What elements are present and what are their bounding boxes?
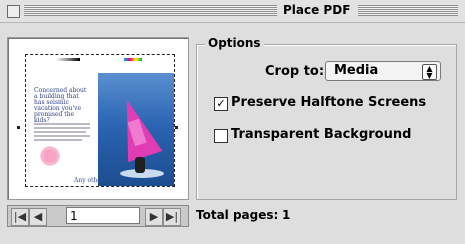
crop-mark-left	[17, 126, 20, 129]
preview-text-line	[34, 131, 86, 133]
preview-surfer	[135, 157, 145, 173]
preview-footer-text: Any other	[74, 177, 104, 184]
preview-text-line	[34, 123, 90, 125]
first-page-icon[interactable]: |◀	[11, 208, 29, 226]
title-bar[interactable]: Place PDF	[0, 0, 465, 23]
preserve-halftone-label[interactable]: Preserve Halftone Screens	[231, 95, 426, 110]
total-pages-value: 1	[282, 208, 291, 222]
titlebar-stripes-right	[358, 5, 458, 16]
preview-text-line	[34, 139, 82, 141]
preview-text-line	[34, 135, 90, 137]
preview-headline: Concerned about a building that has seis…	[34, 87, 87, 124]
transparent-background-label[interactable]: Transparent Background	[231, 127, 411, 142]
close-box-icon[interactable]	[7, 5, 20, 18]
transparent-background-checkbox[interactable]	[214, 129, 228, 143]
page-number-input[interactable]: 1	[66, 207, 140, 224]
crop-to-value: Media	[334, 63, 379, 78]
page-preview: Concerned about a building that has seis…	[7, 37, 189, 200]
place-pdf-dialog: Place PDF Concerned about a building tha…	[0, 0, 465, 244]
window-title: Place PDF	[283, 3, 351, 17]
preview-windsurfer-photo	[98, 73, 174, 186]
total-pages-label: Total pages:	[196, 208, 279, 222]
preview-flower-graphic	[38, 145, 62, 167]
crop-to-label: Crop to:	[265, 64, 325, 79]
preview-text-line	[34, 127, 90, 129]
page-navigation: |◀ ◀ 1 ▶ ▶|	[7, 205, 189, 227]
next-page-icon[interactable]: ▶	[145, 208, 163, 226]
preview-gray-bar	[56, 58, 80, 61]
prev-page-icon[interactable]: ◀	[29, 208, 47, 226]
crop-to-select[interactable]: Media ▲ ▼	[325, 61, 441, 81]
options-group-title: Options	[205, 36, 264, 50]
crop-mark-right	[175, 126, 178, 129]
checkmark-icon: ✓	[216, 97, 226, 110]
titlebar-stripes-left	[24, 5, 277, 16]
preview-page: Concerned about a building that has seis…	[25, 54, 175, 187]
preview-color-bar	[124, 58, 142, 61]
updown-arrows-icon: ▲ ▼	[422, 64, 437, 80]
last-page-icon[interactable]: ▶|	[163, 208, 181, 226]
preserve-halftone-checkbox[interactable]: ✓	[214, 97, 228, 111]
